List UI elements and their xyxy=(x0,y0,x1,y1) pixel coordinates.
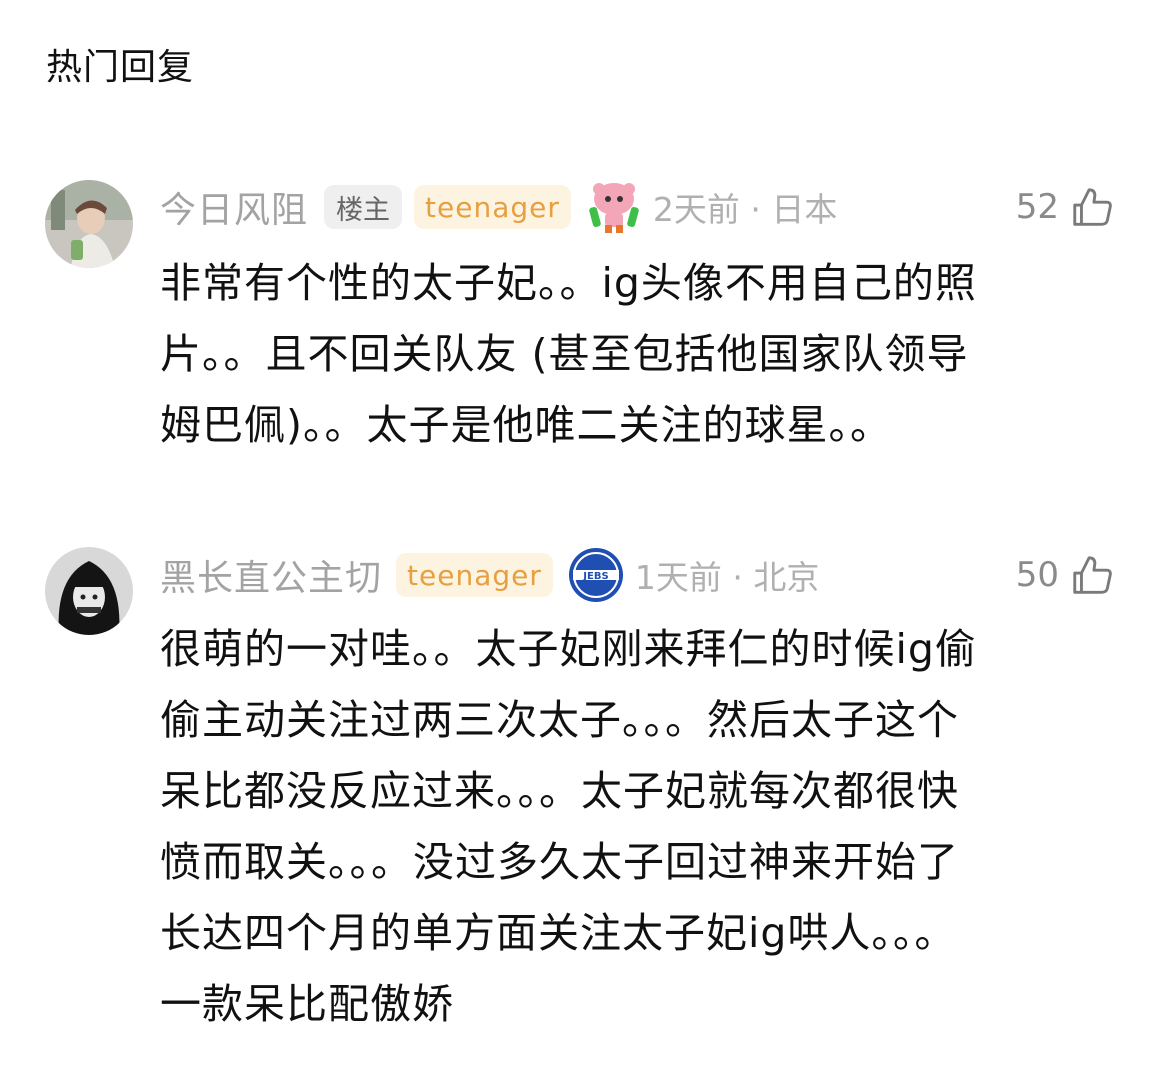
comment-line: 姆巴佩)。。太子是他唯二关注的球星。。 xyxy=(160,401,892,449)
teenager-badge[interactable]: teenager xyxy=(414,185,571,229)
timestamp-location: 1天前 · 北京 xyxy=(634,558,820,597)
thumbs-up-icon xyxy=(1073,188,1112,226)
thumbs-up-icon xyxy=(1073,556,1112,594)
comment-line: 偷主动关注过两三次太子。。。然后太子这个 xyxy=(160,696,959,744)
comment-line: 非常有个性的太子妃。。ig头像不用自己的照 xyxy=(160,259,977,307)
svg-text:JEBS: JEBS xyxy=(582,571,608,582)
comment-line: 愤而取关。。。没过多久太子回过神来开始了 xyxy=(160,838,959,886)
comment-line: 呆比都没反应过来。。。太子妃就每次都很快 xyxy=(160,767,959,815)
comment-body: 非常有个性的太子妃。。ig头像不用自己的照 片。。且不回关队友 (甚至包括他国家… xyxy=(160,248,1110,461)
section-title-hot-replies: 热门回复 xyxy=(46,47,195,88)
like-button[interactable]: 52 xyxy=(1016,182,1115,232)
like-button[interactable]: 50 xyxy=(1016,550,1115,600)
timestamp-location: 2天前 · 日本 xyxy=(652,190,838,229)
like-count: 52 xyxy=(1015,187,1059,227)
op-badge: 楼主 xyxy=(324,185,403,229)
avatar[interactable] xyxy=(45,180,133,268)
like-count: 50 xyxy=(1015,555,1059,595)
comment-line: 一款呆比配傲娇 xyxy=(160,980,454,1028)
comment-header: 今日风阻 楼主 teenager 2天前 · 日本 xyxy=(160,179,1119,235)
username[interactable]: 今日风阻 xyxy=(160,181,308,233)
comment-line: 片。。且不回关队友 (甚至包括他国家队领导 xyxy=(160,330,969,378)
avatar-photo xyxy=(45,180,133,268)
comment-line: 长达四个月的单方面关注太子妃ig哄人。。。 xyxy=(160,909,957,957)
teenager-badge[interactable]: teenager xyxy=(396,553,553,597)
avatar[interactable] xyxy=(45,547,133,635)
pink-cartoon-sticker-icon[interactable] xyxy=(583,179,645,235)
username[interactable]: 黑长直公主切 xyxy=(160,549,382,601)
avatar-photo xyxy=(45,547,133,635)
comment-header: 黑长直公主切 teenager JEBS 1天前 · 北京 xyxy=(160,547,1119,603)
comment-body: 很萌的一对哇。。太子妃刚来拜仁的时候ig偷 偷主动关注过两三次太子。。。然后太子… xyxy=(160,614,1110,1040)
blue-club-logo-icon[interactable]: JEBS xyxy=(565,547,627,603)
comment-line: 很萌的一对哇。。太子妃刚来拜仁的时候ig偷 xyxy=(160,625,977,673)
